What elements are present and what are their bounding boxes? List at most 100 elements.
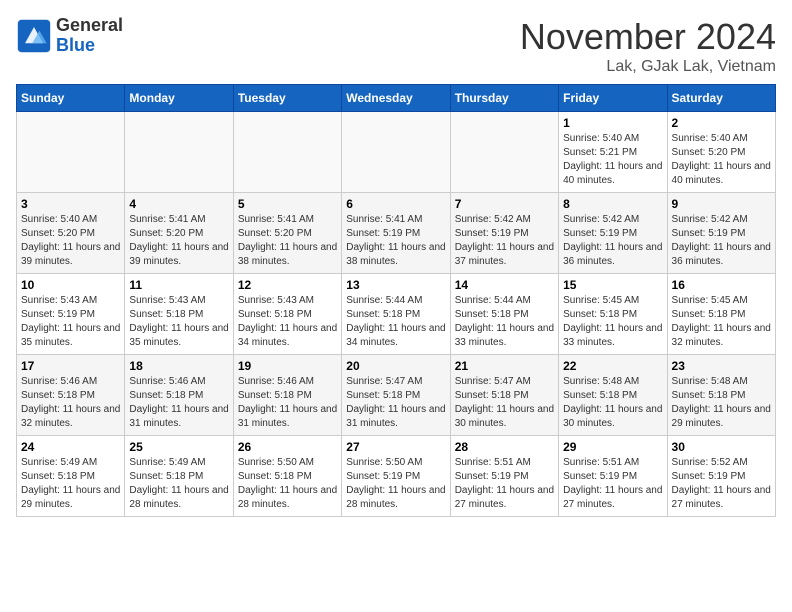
- calendar-cell: 26 Sunrise: 5:50 AM Sunset: 5:18 PM Dayli…: [233, 436, 341, 517]
- day-detail: Sunrise: 5:41 AM Sunset: 5:19 PM Dayligh…: [346, 213, 445, 269]
- calendar-cell: 25 Sunrise: 5:49 AM Sunset: 5:18 PM Dayli…: [125, 436, 233, 517]
- calendar-header: Sunday Monday Tuesday Wednesday Thursday…: [17, 85, 776, 112]
- calendar-cell: 17Sunrise: 5:46 AM Sunset: 5:18 PM Dayli…: [17, 355, 125, 436]
- calendar-cell: [450, 112, 558, 193]
- calendar-cell: 5Sunrise: 5:41 AM Sunset: 5:20 PM Daylig…: [233, 193, 341, 274]
- calendar-cell: 29 Sunrise: 5:51 AM Sunset: 5:19 PM Dayli…: [559, 436, 667, 517]
- calendar-subtitle: Lak, GJak Lak, Vietnam: [520, 58, 776, 76]
- day-number: 16: [672, 278, 771, 292]
- day-detail: Sunrise: 5:47 AM Sunset: 5:18 PM Dayligh…: [346, 375, 445, 431]
- logo: General Blue: [16, 16, 123, 56]
- day-number: 9: [672, 197, 771, 211]
- day-number: 29: [563, 440, 662, 454]
- day-number: 27: [346, 440, 445, 454]
- day-number: 14: [455, 278, 554, 292]
- day-detail: Sunrise: 5:46 AM Sunset: 5:18 PM Dayligh…: [238, 375, 337, 431]
- calendar-row-1: 1Sunrise: 5:40 AM Sunset: 5:21 PM Daylig…: [17, 112, 776, 193]
- day-detail: Sunrise: 5:52 AM Sunset: 5:19 PM Dayligh…: [672, 456, 771, 512]
- day-number: 12: [238, 278, 337, 292]
- day-detail: Sunrise: 5:40 AM Sunset: 5:21 PM Dayligh…: [563, 132, 662, 188]
- calendar-cell: 14 Sunrise: 5:44 AM Sunset: 5:18 PM Dayli…: [450, 274, 558, 355]
- header-wednesday: Wednesday: [342, 85, 450, 112]
- logo-blue: Blue: [56, 36, 123, 56]
- day-detail: Sunrise: 5:43 AM Sunset: 5:18 PM Dayligh…: [129, 294, 228, 350]
- day-number: 18: [129, 359, 228, 373]
- calendar-cell: 13Sunrise: 5:44 AM Sunset: 5:18 PM Dayli…: [342, 274, 450, 355]
- day-detail: Sunrise: 5:49 AM Sunset: 5:18 PM Dayligh…: [129, 456, 228, 512]
- calendar-table: Sunday Monday Tuesday Wednesday Thursday…: [16, 84, 776, 517]
- day-number: 21: [455, 359, 554, 373]
- calendar-cell: [233, 112, 341, 193]
- day-number: 3: [21, 197, 120, 211]
- header-thursday: Thursday: [450, 85, 558, 112]
- day-detail: Sunrise: 5:45 AM Sunset: 5:18 PM Dayligh…: [672, 294, 771, 350]
- calendar-cell: 7Sunrise: 5:42 AM Sunset: 5:19 PM Daylig…: [450, 193, 558, 274]
- calendar-cell: 19 Sunrise: 5:46 AM Sunset: 5:18 PM Dayli…: [233, 355, 341, 436]
- day-number: 30: [672, 440, 771, 454]
- day-detail: Sunrise: 5:41 AM Sunset: 5:20 PM Dayligh…: [129, 213, 228, 269]
- logo-icon: [16, 18, 52, 54]
- day-detail: Sunrise: 5:46 AM Sunset: 5:18 PM Dayligh…: [129, 375, 228, 431]
- day-detail: Sunrise: 5:43 AM Sunset: 5:19 PM Dayligh…: [21, 294, 120, 350]
- calendar-cell: 23 Sunrise: 5:48 AM Sunset: 5:18 PM Dayli…: [667, 355, 775, 436]
- calendar-cell: [125, 112, 233, 193]
- day-number: 26: [238, 440, 337, 454]
- header-friday: Friday: [559, 85, 667, 112]
- calendar-cell: 21Sunrise: 5:47 AM Sunset: 5:18 PM Dayli…: [450, 355, 558, 436]
- calendar-row-3: 10 Sunrise: 5:43 AM Sunset: 5:19 PM Dayli…: [17, 274, 776, 355]
- day-detail: Sunrise: 5:44 AM Sunset: 5:18 PM Dayligh…: [346, 294, 445, 350]
- day-detail: Sunrise: 5:40 AM Sunset: 5:20 PM Dayligh…: [672, 132, 771, 188]
- day-detail: Sunrise: 5:48 AM Sunset: 5:18 PM Dayligh…: [672, 375, 771, 431]
- calendar-cell: 22 Sunrise: 5:48 AM Sunset: 5:18 PM Dayli…: [559, 355, 667, 436]
- day-number: 7: [455, 197, 554, 211]
- calendar-cell: 3 Sunrise: 5:40 AM Sunset: 5:20 PM Daylig…: [17, 193, 125, 274]
- day-number: 22: [563, 359, 662, 373]
- day-number: 28: [455, 440, 554, 454]
- logo-text: General Blue: [56, 16, 123, 56]
- header-sunday: Sunday: [17, 85, 125, 112]
- calendar-cell: 9 Sunrise: 5:42 AM Sunset: 5:19 PM Daylig…: [667, 193, 775, 274]
- day-detail: Sunrise: 5:44 AM Sunset: 5:18 PM Dayligh…: [455, 294, 554, 350]
- calendar-cell: 20 Sunrise: 5:47 AM Sunset: 5:18 PM Dayli…: [342, 355, 450, 436]
- calendar-cell: 18 Sunrise: 5:46 AM Sunset: 5:18 PM Dayli…: [125, 355, 233, 436]
- day-detail: Sunrise: 5:50 AM Sunset: 5:18 PM Dayligh…: [238, 456, 337, 512]
- day-number: 15: [563, 278, 662, 292]
- day-number: 10: [21, 278, 120, 292]
- day-number: 24: [21, 440, 120, 454]
- calendar-cell: 15 Sunrise: 5:45 AM Sunset: 5:18 PM Dayli…: [559, 274, 667, 355]
- day-detail: Sunrise: 5:42 AM Sunset: 5:19 PM Dayligh…: [563, 213, 662, 269]
- day-detail: Sunrise: 5:48 AM Sunset: 5:18 PM Dayligh…: [563, 375, 662, 431]
- header-monday: Monday: [125, 85, 233, 112]
- calendar-cell: 8 Sunrise: 5:42 AM Sunset: 5:19 PM Daylig…: [559, 193, 667, 274]
- calendar-cell: 30 Sunrise: 5:52 AM Sunset: 5:19 PM Dayli…: [667, 436, 775, 517]
- day-number: 6: [346, 197, 445, 211]
- calendar-cell: 12 Sunrise: 5:43 AM Sunset: 5:18 PM Dayli…: [233, 274, 341, 355]
- calendar-row-2: 3 Sunrise: 5:40 AM Sunset: 5:20 PM Daylig…: [17, 193, 776, 274]
- day-detail: Sunrise: 5:42 AM Sunset: 5:19 PM Dayligh…: [672, 213, 771, 269]
- day-detail: Sunrise: 5:43 AM Sunset: 5:18 PM Dayligh…: [238, 294, 337, 350]
- page-header: General Blue November 2024 Lak, GJak Lak…: [16, 16, 776, 76]
- calendar-cell: 11Sunrise: 5:43 AM Sunset: 5:18 PM Dayli…: [125, 274, 233, 355]
- day-number: 23: [672, 359, 771, 373]
- day-number: 25: [129, 440, 228, 454]
- day-number: 2: [672, 116, 771, 130]
- calendar-cell: 28Sunrise: 5:51 AM Sunset: 5:19 PM Dayli…: [450, 436, 558, 517]
- calendar-cell: 16 Sunrise: 5:45 AM Sunset: 5:18 PM Dayli…: [667, 274, 775, 355]
- day-detail: Sunrise: 5:40 AM Sunset: 5:20 PM Dayligh…: [21, 213, 120, 269]
- calendar-cell: 1Sunrise: 5:40 AM Sunset: 5:21 PM Daylig…: [559, 112, 667, 193]
- calendar-title: November 2024: [520, 16, 776, 58]
- day-detail: Sunrise: 5:49 AM Sunset: 5:18 PM Dayligh…: [21, 456, 120, 512]
- day-number: 4: [129, 197, 228, 211]
- calendar-row-4: 17Sunrise: 5:46 AM Sunset: 5:18 PM Dayli…: [17, 355, 776, 436]
- day-detail: Sunrise: 5:45 AM Sunset: 5:18 PM Dayligh…: [563, 294, 662, 350]
- calendar-cell: 2 Sunrise: 5:40 AM Sunset: 5:20 PM Daylig…: [667, 112, 775, 193]
- day-detail: Sunrise: 5:46 AM Sunset: 5:18 PM Dayligh…: [21, 375, 120, 431]
- calendar-cell: [342, 112, 450, 193]
- day-number: 19: [238, 359, 337, 373]
- day-number: 8: [563, 197, 662, 211]
- day-detail: Sunrise: 5:51 AM Sunset: 5:19 PM Dayligh…: [563, 456, 662, 512]
- calendar-cell: 4 Sunrise: 5:41 AM Sunset: 5:20 PM Daylig…: [125, 193, 233, 274]
- day-number: 20: [346, 359, 445, 373]
- calendar-cell: 24 Sunrise: 5:49 AM Sunset: 5:18 PM Dayli…: [17, 436, 125, 517]
- logo-general: General: [56, 16, 123, 36]
